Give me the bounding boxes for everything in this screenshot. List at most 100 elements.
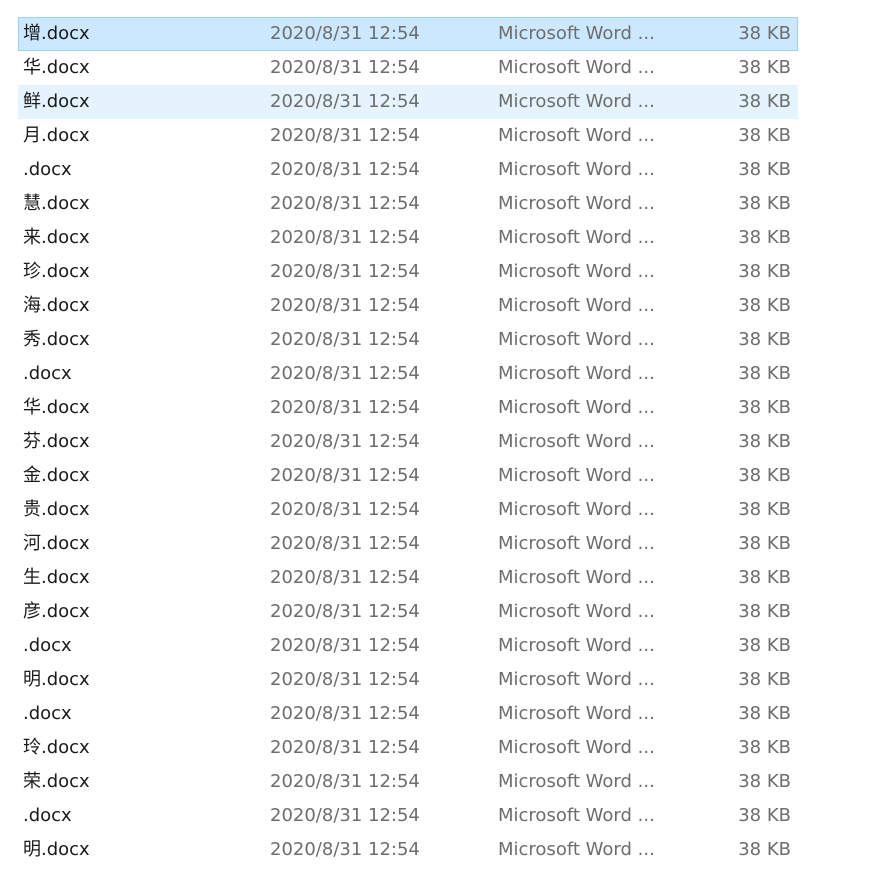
file-modified-date: 2020/8/31 12:54 <box>270 295 420 316</box>
file-modified-date: 2020/8/31 12:54 <box>270 329 420 350</box>
file-row[interactable]: 贵.docx 2020/8/31 12:54 Microsoft Word ..… <box>18 493 798 527</box>
file-size: 38 KB <box>738 159 791 180</box>
file-size: 38 KB <box>738 805 791 826</box>
file-modified-date: 2020/8/31 12:54 <box>270 397 420 418</box>
file-size: 38 KB <box>738 363 791 384</box>
file-size: 38 KB <box>738 465 791 486</box>
file-modified-date: 2020/8/31 12:54 <box>270 125 420 146</box>
file-row[interactable]: 明.docx 2020/8/31 12:54 Microsoft Word ..… <box>18 663 798 697</box>
file-name: 玲.docx <box>23 737 90 758</box>
file-name: .docx <box>23 363 72 384</box>
file-size: 38 KB <box>738 737 791 758</box>
file-name: 华.docx <box>23 397 90 418</box>
file-name: 贵.docx <box>23 499 90 520</box>
file-size: 38 KB <box>738 125 791 146</box>
file-type: Microsoft Word ... <box>498 295 655 316</box>
file-size: 38 KB <box>738 533 791 554</box>
file-name: 彦.docx <box>23 601 90 622</box>
file-row[interactable]: 明.docx 2020/8/31 12:54 Microsoft Word ..… <box>18 833 798 867</box>
file-type: Microsoft Word ... <box>498 499 655 520</box>
file-modified-date: 2020/8/31 12:54 <box>270 227 420 248</box>
file-row[interactable]: 来.docx 2020/8/31 12:54 Microsoft Word ..… <box>18 221 798 255</box>
file-type: Microsoft Word ... <box>498 431 655 452</box>
file-row[interactable]: .docx 2020/8/31 12:54 Microsoft Word ...… <box>18 697 798 731</box>
file-type: Microsoft Word ... <box>498 805 655 826</box>
file-type: Microsoft Word ... <box>498 329 655 350</box>
file-row[interactable]: .docx 2020/8/31 12:54 Microsoft Word ...… <box>18 357 798 391</box>
file-row[interactable]: 珍.docx 2020/8/31 12:54 Microsoft Word ..… <box>18 255 798 289</box>
file-name: 鲜.docx <box>23 91 90 112</box>
file-type: Microsoft Word ... <box>498 159 655 180</box>
file-size: 38 KB <box>738 23 791 44</box>
file-modified-date: 2020/8/31 12:54 <box>270 839 420 860</box>
file-modified-date: 2020/8/31 12:54 <box>270 363 420 384</box>
file-type: Microsoft Word ... <box>498 601 655 622</box>
file-size: 38 KB <box>738 431 791 452</box>
file-row[interactable]: 海.docx 2020/8/31 12:54 Microsoft Word ..… <box>18 289 798 323</box>
file-type: Microsoft Word ... <box>498 363 655 384</box>
file-size: 38 KB <box>738 295 791 316</box>
file-size: 38 KB <box>738 703 791 724</box>
file-size: 38 KB <box>738 397 791 418</box>
file-modified-date: 2020/8/31 12:54 <box>270 431 420 452</box>
file-modified-date: 2020/8/31 12:54 <box>270 601 420 622</box>
file-name: 慧.docx <box>23 193 90 214</box>
file-name: 明.docx <box>23 839 90 860</box>
file-name: 芬.docx <box>23 431 90 452</box>
file-type: Microsoft Word ... <box>498 193 655 214</box>
file-row[interactable]: 玲.docx 2020/8/31 12:54 Microsoft Word ..… <box>18 731 798 765</box>
file-row[interactable]: 秀.docx 2020/8/31 12:54 Microsoft Word ..… <box>18 323 798 357</box>
file-row[interactable]: 鲜.docx 2020/8/31 12:54 Microsoft Word ..… <box>18 85 798 119</box>
file-row[interactable]: 芬.docx 2020/8/31 12:54 Microsoft Word ..… <box>18 425 798 459</box>
file-name: 华.docx <box>23 57 90 78</box>
file-name: 珍.docx <box>23 261 90 282</box>
file-modified-date: 2020/8/31 12:54 <box>270 193 420 214</box>
file-row[interactable]: 彦.docx 2020/8/31 12:54 Microsoft Word ..… <box>18 595 798 629</box>
file-name: .docx <box>23 703 72 724</box>
file-modified-date: 2020/8/31 12:54 <box>270 57 420 78</box>
file-size: 38 KB <box>738 193 791 214</box>
file-modified-date: 2020/8/31 12:54 <box>270 771 420 792</box>
file-type: Microsoft Word ... <box>498 737 655 758</box>
file-size: 38 KB <box>738 839 791 860</box>
file-type: Microsoft Word ... <box>498 839 655 860</box>
file-type: Microsoft Word ... <box>498 567 655 588</box>
file-row[interactable]: 华.docx 2020/8/31 12:54 Microsoft Word ..… <box>18 391 798 425</box>
file-row[interactable]: 荣.docx 2020/8/31 12:54 Microsoft Word ..… <box>18 765 798 799</box>
file-modified-date: 2020/8/31 12:54 <box>270 635 420 656</box>
file-list: 增.docx 2020/8/31 12:54 Microsoft Word ..… <box>18 17 798 867</box>
file-modified-date: 2020/8/31 12:54 <box>270 737 420 758</box>
file-size: 38 KB <box>738 499 791 520</box>
file-row[interactable]: 慧.docx 2020/8/31 12:54 Microsoft Word ..… <box>18 187 798 221</box>
file-row[interactable]: .docx 2020/8/31 12:54 Microsoft Word ...… <box>18 799 798 833</box>
file-name: 来.docx <box>23 227 90 248</box>
file-modified-date: 2020/8/31 12:54 <box>270 669 420 690</box>
file-size: 38 KB <box>738 601 791 622</box>
file-name: 生.docx <box>23 567 90 588</box>
file-name: 增.docx <box>23 23 90 44</box>
file-name: 金.docx <box>23 465 90 486</box>
file-row[interactable]: 河.docx 2020/8/31 12:54 Microsoft Word ..… <box>18 527 798 561</box>
file-name: 河.docx <box>23 533 90 554</box>
file-name: 明.docx <box>23 669 90 690</box>
file-modified-date: 2020/8/31 12:54 <box>270 499 420 520</box>
file-size: 38 KB <box>738 669 791 690</box>
file-row[interactable]: 增.docx 2020/8/31 12:54 Microsoft Word ..… <box>18 17 798 51</box>
file-size: 38 KB <box>738 227 791 248</box>
file-modified-date: 2020/8/31 12:54 <box>270 703 420 724</box>
file-type: Microsoft Word ... <box>498 669 655 690</box>
file-row[interactable]: .docx 2020/8/31 12:54 Microsoft Word ...… <box>18 629 798 663</box>
file-row[interactable]: 生.docx 2020/8/31 12:54 Microsoft Word ..… <box>18 561 798 595</box>
file-name: 海.docx <box>23 295 90 316</box>
file-type: Microsoft Word ... <box>498 703 655 724</box>
file-row[interactable]: 华.docx 2020/8/31 12:54 Microsoft Word ..… <box>18 51 798 85</box>
file-type: Microsoft Word ... <box>498 635 655 656</box>
file-size: 38 KB <box>738 329 791 350</box>
file-row[interactable]: 月.docx 2020/8/31 12:54 Microsoft Word ..… <box>18 119 798 153</box>
file-modified-date: 2020/8/31 12:54 <box>270 159 420 180</box>
file-modified-date: 2020/8/31 12:54 <box>270 805 420 826</box>
file-type: Microsoft Word ... <box>498 771 655 792</box>
file-modified-date: 2020/8/31 12:54 <box>270 567 420 588</box>
file-row[interactable]: .docx 2020/8/31 12:54 Microsoft Word ...… <box>18 153 798 187</box>
file-row[interactable]: 金.docx 2020/8/31 12:54 Microsoft Word ..… <box>18 459 798 493</box>
